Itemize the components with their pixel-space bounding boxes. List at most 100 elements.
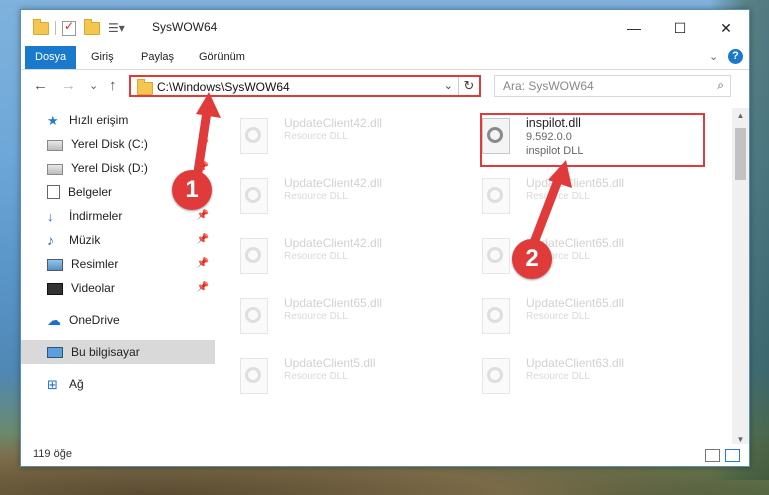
file-type: Resource DLL [284,311,348,322]
pin-icon[interactable]: 📌 [197,138,209,149]
dll-file-icon [238,358,268,394]
recent-locations-button[interactable]: ⌄ [89,79,98,92]
sidebar-item-network[interactable]: ⊞ Ağ [21,372,215,396]
sidebar-item-label: Resimler [71,257,119,271]
document-icon [47,185,60,199]
search-input[interactable]: Ara: SysWOW64 [503,79,594,93]
refresh-button[interactable]: ↻ [458,77,479,95]
address-bar[interactable]: C:\Windows\SysWOW64 ⌄ ↻ [129,75,481,97]
pin-icon[interactable]: 📌 [197,234,209,245]
file-type: Resource DLL [284,371,348,382]
step-badge-1: 1 [172,170,212,210]
sidebar-item-label: İndirmeler [69,209,123,223]
dll-file-icon [480,358,510,394]
sidebar-item-label: Yerel Disk (C:) [71,137,148,151]
pin-icon[interactable]: 📌 [197,258,209,269]
dll-file-icon [480,238,510,274]
navigation-pane: ★ Hızlı erişim Yerel Disk (C:) 📌 Yerel D… [21,108,215,428]
sidebar-item-quick-access[interactable]: ★ Hızlı erişim [21,108,215,132]
pin-icon[interactable]: 📌 [197,282,209,293]
file-type: Resource DLL [284,251,348,262]
tab-dosya[interactable]: Dosya [25,46,77,69]
vertical-scrollbar[interactable]: ▲ ▼ [732,108,749,448]
close-button[interactable]: ✕ [703,10,749,46]
music-icon: ♪ [47,231,54,248]
tab-gorunum[interactable]: Görünüm [189,46,255,69]
dll-file-icon [238,238,268,274]
drive-icon [47,163,63,175]
search-icon[interactable]: ⌕ [717,78,724,93]
sidebar-item-label: Müzik [69,233,101,247]
file-item[interactable]: UpdateClient65.dll Resource DLL [238,294,468,338]
help-icon[interactable]: ? [728,49,743,64]
file-item[interactable]: UpdateClient42.dll Resource DLL [238,114,468,158]
step-badge-2: 2 [512,239,552,279]
tab-giris[interactable]: Giriş [81,46,124,69]
sidebar-item-onedrive[interactable]: ☁ OneDrive [21,308,215,332]
file-name: UpdateClient5.dll [284,356,376,370]
address-path[interactable]: C:\Windows\SysWOW64 [157,80,290,94]
file-item[interactable]: UpdateClient65.dll Resource DLL [480,294,710,338]
sidebar-item-this-pc[interactable]: Bu bilgisayar [21,340,215,364]
pin-icon[interactable]: 📌 [197,210,209,221]
drive-icon [47,139,63,151]
download-icon: ↓ [47,208,54,224]
quick-access-toolbar: ☰▾ [33,18,125,37]
scroll-thumb[interactable] [735,128,746,180]
onedrive-icon: ☁ [47,311,61,328]
sidebar-item-label: Ağ [69,377,84,391]
dll-file-icon [480,298,510,334]
status-bar: 119 öğe [21,444,749,466]
network-icon: ⊞ [47,376,58,392]
ribbon-tabs: Dosya Giriş Paylaş Görünüm ⌄ ? [21,46,749,70]
computer-icon [47,347,63,358]
sidebar-item-music[interactable]: ♪ Müzik 📌 [21,228,215,252]
file-item[interactable]: UpdateClient65.dll Resource DLL [480,174,710,218]
chevron-down-icon[interactable]: ⌄ [444,79,453,92]
minimize-button[interactable]: — [611,10,657,46]
sidebar-item-label: Videolar [71,281,115,295]
tab-paylas[interactable]: Paylaş [131,46,184,69]
file-explorer-window: ☰▾ SysWOW64 — ☐ ✕ Dosya Giriş Paylaş Gör… [20,9,750,467]
file-item[interactable]: UpdateClient5.dll Resource DLL [238,354,468,398]
dll-file-icon [238,298,268,334]
file-name: UpdateClient42.dll [284,116,383,130]
dll-file-icon [480,178,510,214]
sidebar-item-videos[interactable]: Videolar 📌 [21,276,215,300]
up-button[interactable]: ↑ [109,77,117,94]
sidebar-item-label: OneDrive [69,313,120,327]
file-name: UpdateClient65.dll [526,176,625,190]
sidebar-item-label: Yerel Disk (D:) [71,161,148,175]
file-name: UpdateClient65.dll [284,296,383,310]
separator [55,21,56,35]
file-type: Resource DLL [284,191,348,202]
sidebar-item-label: Belgeler [68,185,113,199]
file-type: Resource DLL [526,191,590,202]
sidebar-item-pictures[interactable]: Resimler 📌 [21,252,215,276]
details-view-icon[interactable] [705,449,720,462]
sidebar-item-label: Hızlı erişim [69,113,129,127]
sidebar-item-local-disk-c[interactable]: Yerel Disk (C:) 📌 [21,132,215,156]
folder-icon [137,79,153,95]
customize-toolbar-icon[interactable]: ☰▾ [108,21,125,35]
expand-ribbon-icon[interactable]: ⌄ [709,50,718,63]
folder-icon [33,18,49,35]
large-icons-view-icon[interactable] [725,449,740,462]
dll-file-icon [238,118,268,154]
file-item[interactable]: UpdateClient63.dll Resource DLL [480,354,710,398]
properties-icon[interactable] [62,19,76,36]
back-button[interactable]: ← [33,77,48,94]
title-bar: ☰▾ SysWOW64 — ☐ ✕ [21,10,749,46]
search-box[interactable]: Ara: SysWOW64 ⌕ [494,75,731,97]
file-item[interactable]: UpdateClient42.dll Resource DLL [238,174,468,218]
maximize-button[interactable]: ☐ [657,10,703,46]
scroll-up-arrow[interactable]: ▲ [732,108,749,124]
forward-button[interactable]: → [61,77,76,94]
new-folder-icon[interactable] [84,18,100,35]
file-item[interactable]: UpdateClient42.dll Resource DLL [238,234,468,278]
file-name: UpdateClient42.dll [284,176,383,190]
file-type: Resource DLL [526,311,590,322]
videos-icon [47,282,63,295]
sidebar-item-label: Bu bilgisayar [71,345,140,359]
window-title: SysWOW64 [152,20,218,34]
